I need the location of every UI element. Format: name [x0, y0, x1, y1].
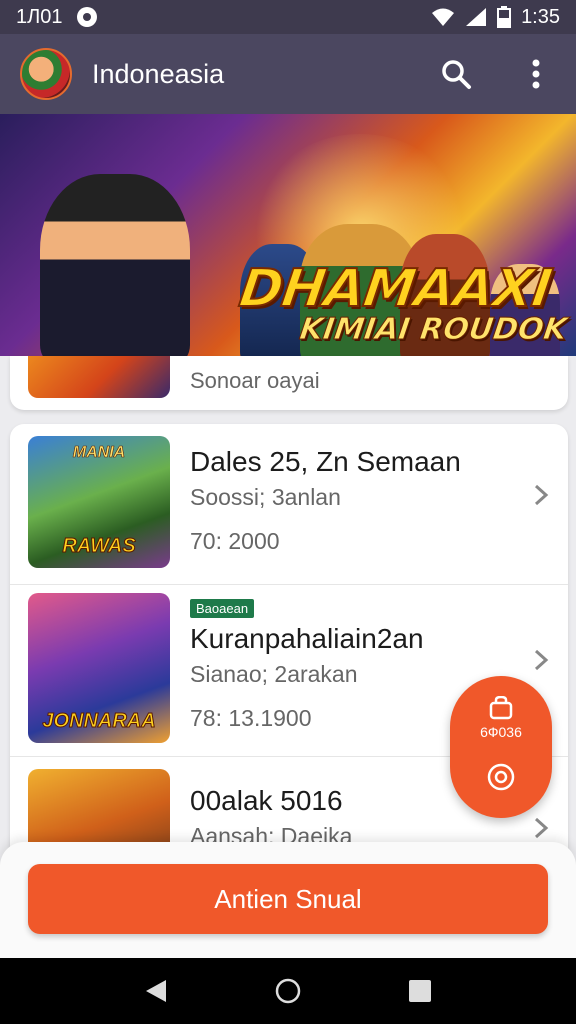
list-item-subtitle: Sonoar oayai — [190, 368, 320, 393]
avatar[interactable] — [20, 48, 72, 100]
primary-action-button[interactable]: Antien Snual — [28, 864, 548, 934]
cart-button[interactable]: 6Ф036 — [480, 696, 522, 740]
screen: 1Л01 1:35 Indoneasia DHAMAAXI KIMIAI ROU… — [0, 0, 576, 1024]
bag-icon — [489, 696, 513, 720]
bottom-action-panel: Antien Snual — [0, 842, 576, 958]
wifi-icon — [432, 8, 455, 26]
promo-banner[interactable]: DHAMAAXI KIMIAI ROUDOK — [0, 114, 576, 356]
search-icon — [442, 60, 471, 89]
app-actions — [436, 54, 556, 94]
target-icon — [487, 763, 515, 791]
status-right: 1:35 — [431, 6, 560, 29]
list-item[interactable]: MANIA RAWAS Dales 25, Zn Semaan Soossi; … — [10, 424, 568, 584]
chevron-right-icon — [534, 649, 549, 671]
game-thumbnail: JONNARAA — [28, 593, 170, 743]
status-left: 1Л01 — [16, 6, 97, 29]
banner-subtitle: KIMIAI ROUDOK — [297, 312, 570, 348]
camera-button[interactable] — [486, 762, 516, 797]
list-item-meta: 70: 2000 — [190, 528, 280, 554]
status-badge: Baoaean — [190, 599, 255, 618]
status-time: 1:35 — [521, 5, 560, 28]
home-button[interactable] — [268, 971, 308, 1011]
status-left-text: 1Л01 — [16, 5, 63, 28]
chevron-right-icon — [534, 817, 549, 839]
list-item-meta: 78: 13.1900 — [190, 705, 312, 731]
notification-icon — [76, 7, 97, 27]
thumbnail-logo: MANIA — [72, 444, 126, 462]
home-circle-icon — [275, 978, 301, 1004]
list-item-partial[interactable]: Sonoar oayai — [10, 356, 568, 410]
app-bar: Indoneasia — [0, 34, 576, 114]
more-options-button[interactable] — [516, 54, 556, 94]
chevron-right-icon — [534, 484, 549, 506]
thumbnail-title: RAWAS — [62, 535, 136, 558]
game-thumbnail — [28, 356, 170, 398]
back-button[interactable] — [136, 971, 176, 1011]
list-item-title: Dales 25, Zn Semaan — [190, 446, 461, 477]
banner-hero-character — [40, 174, 190, 356]
list-item-title: 00alak 5016 — [190, 785, 343, 816]
fab-label: 6Ф036 — [480, 724, 522, 740]
banner-title: DHAMAAXI — [235, 258, 556, 320]
battery-icon — [497, 6, 512, 28]
more-vert-icon — [532, 59, 540, 89]
floating-action-group: 6Ф036 — [450, 676, 552, 818]
system-nav-bar — [0, 958, 576, 1024]
list-item-subtitle: Sianao; 2arakan — [190, 661, 358, 687]
thumbnail-title: JONNARAA — [42, 710, 156, 733]
recents-square-icon — [409, 980, 431, 1002]
list-item-subtitle: Soossi; 3anlan — [190, 484, 341, 510]
game-thumbnail: MANIA RAWAS — [28, 436, 170, 568]
signal-icon — [466, 8, 487, 26]
search-button[interactable] — [436, 54, 476, 94]
back-triangle-icon — [146, 980, 166, 1002]
status-bar: 1Л01 1:35 — [0, 0, 576, 34]
app-title: Indoneasia — [92, 58, 225, 89]
recents-button[interactable] — [400, 971, 440, 1011]
list-item-title: Kuranpahaliain2an — [190, 623, 424, 654]
